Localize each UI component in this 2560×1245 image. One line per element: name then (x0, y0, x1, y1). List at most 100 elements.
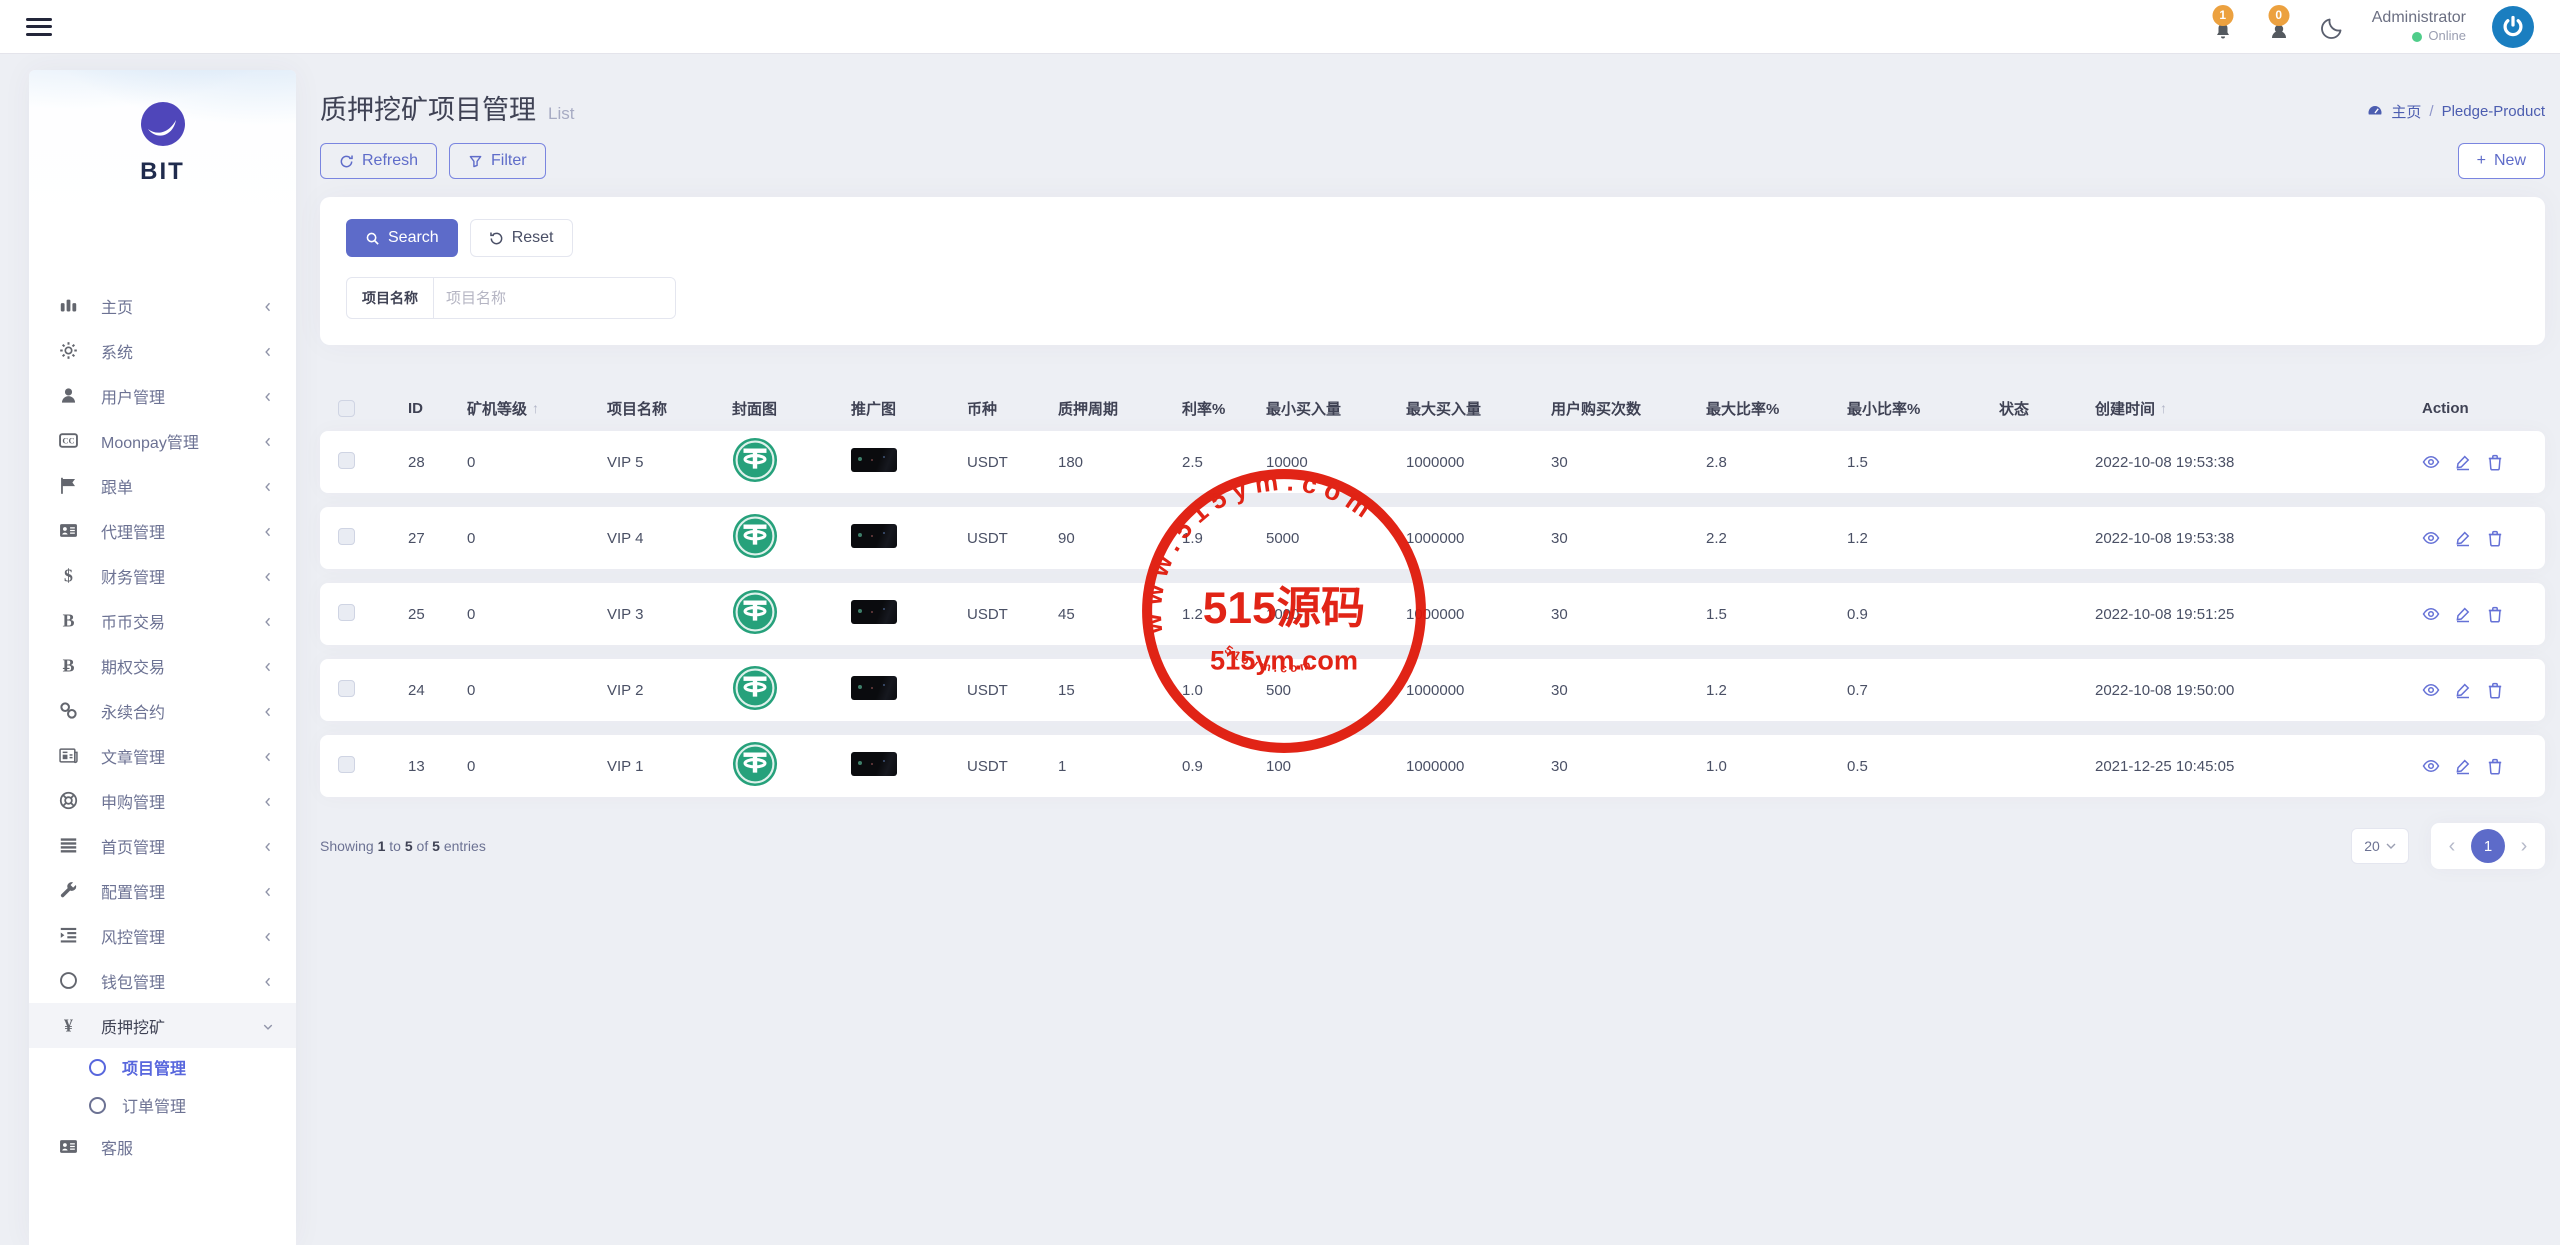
chevron-left-icon (262, 615, 274, 627)
sidebar-item-首页管理[interactable]: 首页管理 (29, 823, 296, 868)
project-name-input[interactable] (434, 278, 675, 318)
delete-trash-icon[interactable] (2486, 453, 2504, 471)
page-number-button[interactable]: 1 (2471, 829, 2505, 863)
user-avatar-power-icon[interactable] (2492, 6, 2534, 48)
sidebar-item-财务管理[interactable]: $财务管理 (29, 553, 296, 598)
column-header-最小比率%: 最小比率% (1847, 398, 1999, 419)
delete-trash-icon[interactable] (2486, 605, 2504, 623)
row-checkbox[interactable] (338, 528, 355, 545)
cell-coin: USDT (967, 758, 1058, 775)
cell-buy-times: 30 (1551, 454, 1706, 471)
view-eye-icon[interactable] (2422, 757, 2440, 775)
sidebar-item-label: 申购管理 (101, 789, 262, 813)
search-button[interactable]: Search (346, 219, 458, 257)
sidebar-item-客服[interactable]: 客服 (29, 1124, 296, 1169)
column-header-利率%: 利率% (1182, 398, 1266, 419)
view-eye-icon[interactable] (2422, 681, 2440, 699)
prev-page-button[interactable]: ‹ (2441, 835, 2463, 858)
cell-pledge-period: 45 (1058, 606, 1182, 623)
sidebar-item-期权交易[interactable]: Ƀ期权交易 (29, 643, 296, 688)
online-status-dot (2412, 32, 2422, 42)
column-header-创建时间[interactable]: 创建时间↑ (2095, 398, 2376, 419)
cell-rate: 1.9 (1182, 530, 1266, 547)
promo-image-thumbnail (851, 752, 897, 776)
edit-pencil-icon[interactable] (2454, 529, 2472, 547)
sidebar-item-label: 配置管理 (101, 879, 262, 903)
edit-pencil-icon[interactable] (2454, 757, 2472, 775)
sidebar-item-申购管理[interactable]: 申购管理 (29, 778, 296, 823)
sidebar-item-风控管理[interactable]: 风控管理 (29, 913, 296, 958)
sidebar-item-label: 跟单 (101, 474, 262, 498)
sidebar-item-label: 首页管理 (101, 834, 262, 858)
search-icon (365, 231, 380, 246)
cell-created-time: 2021-12-25 10:45:05 (2095, 758, 2376, 775)
delete-trash-icon[interactable] (2486, 529, 2504, 547)
notification-count-badge: 0 (2268, 5, 2289, 26)
refresh-button[interactable]: Refresh (320, 143, 437, 179)
sidebar-item-质押挖矿[interactable]: ¥质押挖矿 (29, 1003, 296, 1048)
promo-image-thumbnail (851, 600, 897, 624)
sidebar-item-用户管理[interactable]: 用户管理 (29, 373, 296, 418)
edit-pencil-icon[interactable] (2454, 605, 2472, 623)
column-header-label: 用户购买次数 (1551, 398, 1641, 419)
row-checkbox[interactable] (338, 604, 355, 621)
edit-pencil-icon[interactable] (2454, 453, 2472, 471)
sidebar-item-label: 风控管理 (101, 924, 262, 948)
view-eye-icon[interactable] (2422, 453, 2440, 471)
column-header-label: 最大比率% (1706, 398, 1779, 419)
sidebar-item-配置管理[interactable]: 配置管理 (29, 868, 296, 913)
column-header-推广图: 推广图 (851, 398, 967, 419)
cell-max-buy: 1000000 (1406, 606, 1551, 623)
sidebar-item-Moonpay管理[interactable]: CCMoonpay管理 (29, 418, 296, 463)
cell-min-ratio: 1.2 (1847, 530, 1999, 547)
reset-button[interactable]: Reset (470, 219, 573, 257)
hamburger-menu-icon[interactable] (26, 18, 52, 36)
cc-card-icon: CC (59, 431, 85, 451)
sidebar-item-永续合约[interactable]: 永续合约 (29, 688, 296, 733)
cell-created-time: 2022-10-08 19:53:38 (2095, 530, 2376, 547)
edit-pencil-icon[interactable] (2454, 681, 2472, 699)
column-header-label: 封面图 (732, 398, 777, 419)
delete-trash-icon[interactable] (2486, 757, 2504, 775)
sidebar-item-币币交易[interactable]: B币币交易 (29, 598, 296, 643)
column-header-矿机等级[interactable]: 矿机等级↑ (467, 398, 607, 419)
table-body: 280VIP 5USDT1802.5100001000000302.81.520… (320, 431, 2545, 797)
notifications-bell-icon[interactable]: 1 (2208, 12, 2238, 42)
sidebar-item-系统[interactable]: 系统 (29, 328, 296, 373)
table-row: 250VIP 3USDT451.210001000000301.50.92022… (320, 583, 2545, 645)
top-header: 1 0 Administrator Online (0, 0, 2560, 53)
view-eye-icon[interactable] (2422, 529, 2440, 547)
circle-bullet-icon (89, 1097, 106, 1114)
cell-id: 13 (408, 758, 467, 775)
chevron-left-icon (262, 705, 274, 717)
flag-icon (59, 476, 85, 496)
breadcrumb-home-link[interactable]: 主页 (2391, 101, 2421, 122)
promo-image-thumbnail (851, 524, 897, 548)
row-checkbox[interactable] (338, 452, 355, 469)
page-size-select[interactable]: 20 (2351, 828, 2409, 864)
sidebar-item-label: 文章管理 (101, 744, 262, 768)
cell-rate: 2.5 (1182, 454, 1266, 471)
new-button[interactable]: + New (2458, 143, 2545, 179)
dark-mode-moon-icon[interactable] (2320, 14, 2346, 40)
sidebar-item-主页[interactable]: 主页 (29, 283, 296, 328)
sidebar-subitem-项目管理[interactable]: 项目管理 (29, 1048, 296, 1086)
view-eye-icon[interactable] (2422, 605, 2440, 623)
next-page-button[interactable]: › (2513, 835, 2535, 858)
cell-coin: USDT (967, 530, 1058, 547)
user-notifications-icon[interactable]: 0 (2264, 12, 2294, 42)
cell-created-time: 2022-10-08 19:50:00 (2095, 682, 2376, 699)
row-checkbox[interactable] (338, 680, 355, 697)
select-all-checkbox[interactable] (338, 400, 355, 417)
filter-button[interactable]: Filter (449, 143, 546, 179)
sidebar-subitem-订单管理[interactable]: 订单管理 (29, 1086, 296, 1124)
row-checkbox[interactable] (338, 756, 355, 773)
sidebar-item-代理管理[interactable]: 代理管理 (29, 508, 296, 553)
cell-miner-level: 0 (467, 454, 607, 471)
cell-miner-level: 0 (467, 530, 607, 547)
sidebar-item-钱包管理[interactable]: 钱包管理 (29, 958, 296, 1003)
sidebar-item-跟单[interactable]: 跟单 (29, 463, 296, 508)
delete-trash-icon[interactable] (2486, 681, 2504, 699)
sidebar-item-文章管理[interactable]: 文章管理 (29, 733, 296, 778)
column-header-ID: ID (408, 400, 467, 417)
